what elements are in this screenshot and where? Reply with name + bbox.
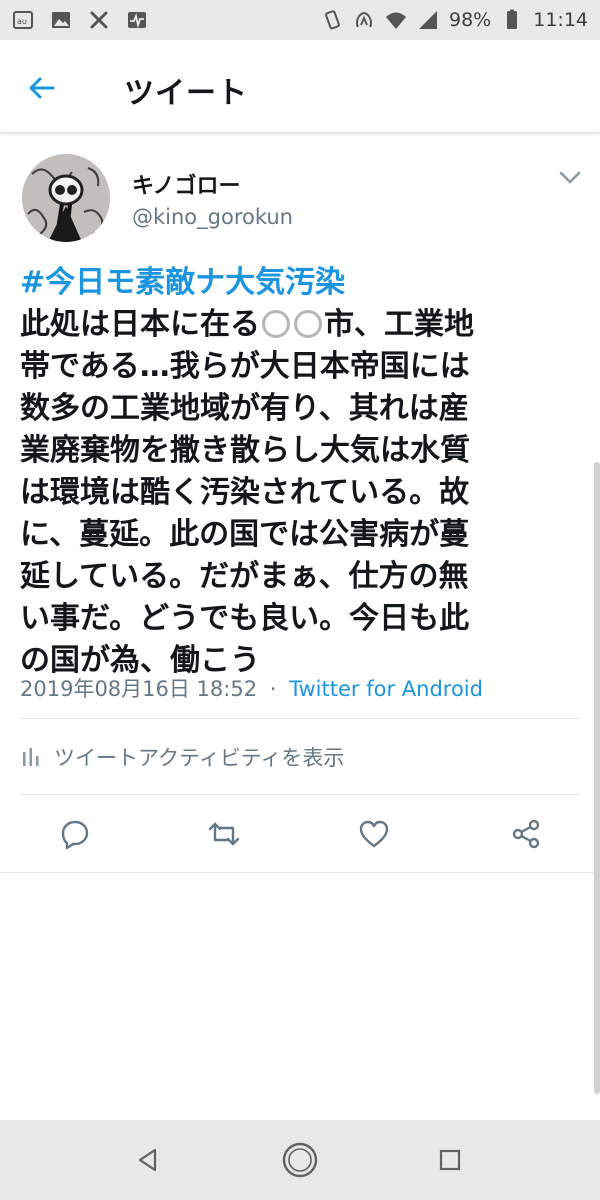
vibrate-icon bbox=[321, 9, 343, 31]
tweet-actions bbox=[0, 814, 600, 858]
chevron-down-icon bbox=[559, 171, 581, 184]
signal-icon bbox=[417, 9, 439, 31]
battery-percentage: 98% bbox=[449, 9, 492, 31]
tweet-text-fragment: 此処は日本に在る bbox=[20, 307, 260, 342]
divider bbox=[20, 718, 580, 719]
retweet-icon bbox=[208, 822, 240, 846]
nav-back-button[interactable] bbox=[128, 1140, 168, 1180]
avatar-image bbox=[22, 154, 110, 242]
tweet-text-line: い事だ。どうでも良い。今日も此 bbox=[20, 601, 470, 636]
scrollbar[interactable] bbox=[594, 462, 600, 1094]
tweet-text-line: に、蔓延。此の国では公害病が蔓 bbox=[20, 517, 470, 552]
svg-text:au: au bbox=[17, 17, 27, 26]
retweet-button[interactable] bbox=[204, 814, 244, 854]
app-header: ツイート bbox=[0, 40, 600, 134]
clock: 11:14 bbox=[533, 9, 588, 31]
battery-icon bbox=[501, 9, 523, 31]
nfc-icon bbox=[353, 9, 375, 31]
share-button[interactable] bbox=[506, 814, 546, 854]
triangle-back-icon bbox=[138, 1148, 157, 1172]
activity-icon bbox=[126, 9, 148, 31]
status-bar: au 98% 11:14 bbox=[0, 0, 600, 40]
nav-recent-apps-button[interactable] bbox=[430, 1140, 470, 1180]
system-navigation-bar bbox=[0, 1120, 600, 1200]
wifi-icon bbox=[385, 9, 407, 31]
timestamp: 2019年08月16日 18:52 bbox=[20, 677, 258, 701]
image-icon bbox=[50, 9, 72, 31]
divider bbox=[20, 794, 580, 795]
user-handle[interactable]: @kino_gorokun bbox=[132, 205, 293, 229]
divider bbox=[0, 872, 600, 873]
display-name[interactable]: キノゴロー bbox=[132, 168, 240, 200]
reply-icon bbox=[61, 820, 89, 850]
tweet-text: #今日モ素敵ナ大気汚染 此処は日本に在る 市、工業地 帯である…我らが大日本帝国に… bbox=[20, 262, 582, 682]
hashtag-link[interactable]: #今日モ素敵ナ大気汚染 bbox=[20, 262, 582, 304]
tweet-text-line: 此処は日本に在る 市、工業地 bbox=[20, 304, 582, 346]
nav-home-button[interactable] bbox=[280, 1140, 320, 1180]
meta-separator: · bbox=[269, 677, 277, 701]
tweet-text-line: は環境は酷く汚染されている。故 bbox=[20, 475, 470, 510]
tweet-activity-button[interactable]: ツイートアクティビティを表示 bbox=[20, 737, 344, 777]
reply-button[interactable] bbox=[55, 814, 95, 854]
like-button[interactable] bbox=[354, 814, 394, 854]
bar-chart-icon bbox=[20, 746, 42, 768]
tweet-text-line: 延している。だがまぁ、仕方の無 bbox=[20, 559, 469, 594]
tweet-text-fragment: 市、工業地 bbox=[324, 307, 474, 342]
tools-icon bbox=[88, 9, 110, 31]
placeholder-circle bbox=[294, 310, 322, 338]
arrow-left-icon bbox=[29, 77, 55, 99]
status-bar-notifications: au bbox=[12, 9, 148, 31]
tweet-meta: 2019年08月16日 18:52 · Twitter for Android bbox=[20, 673, 483, 703]
home-circle-icon bbox=[282, 1142, 318, 1178]
page-title: ツイート bbox=[124, 76, 248, 111]
au-icon: au bbox=[12, 9, 34, 31]
share-icon bbox=[512, 819, 540, 849]
tweet-text-line: 数多の工業地域が有り、其れは産 bbox=[20, 391, 469, 426]
status-bar-system: 98% 11:14 bbox=[321, 9, 588, 31]
avatar[interactable] bbox=[22, 154, 110, 242]
tweet-text-line: 帯である…我らが大日本帝国には bbox=[20, 349, 470, 384]
source-link[interactable]: Twitter for Android bbox=[289, 677, 483, 701]
tweet-text-line: 業廃棄物を撒き散らし大気は水質 bbox=[20, 433, 470, 468]
heart-icon bbox=[359, 820, 389, 848]
tweet-menu-button[interactable] bbox=[558, 170, 582, 186]
back-button[interactable] bbox=[22, 68, 62, 108]
tweet-activity-label: ツイートアクティビティを表示 bbox=[54, 746, 345, 770]
placeholder-circle bbox=[262, 310, 290, 338]
square-recent-icon bbox=[439, 1149, 461, 1171]
